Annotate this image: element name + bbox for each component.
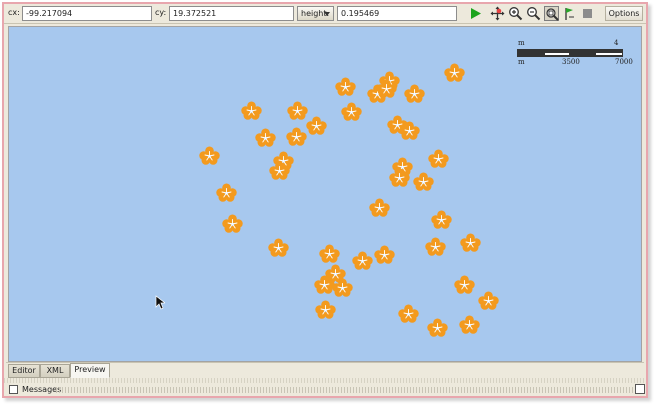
flower-marker-icon[interactable] bbox=[369, 198, 390, 217]
flower-marker-icon[interactable] bbox=[216, 183, 237, 202]
flower-marker-icon[interactable] bbox=[399, 121, 420, 140]
flower-marker-icon[interactable] bbox=[332, 278, 353, 297]
flower-marker-icon[interactable] bbox=[255, 128, 276, 147]
zoom-extent-button[interactable] bbox=[544, 6, 559, 21]
stop-button[interactable] bbox=[580, 6, 595, 21]
play-button[interactable] bbox=[468, 6, 483, 21]
messages-icon[interactable] bbox=[9, 385, 18, 394]
flower-marker-icon[interactable] bbox=[454, 275, 475, 294]
options-button[interactable]: Options bbox=[605, 6, 643, 21]
flower-marker-icon[interactable] bbox=[319, 244, 340, 263]
flower-marker-icon[interactable] bbox=[341, 102, 362, 121]
flower-marker-icon[interactable] bbox=[306, 116, 327, 135]
scale-unit-bottom: m bbox=[518, 58, 525, 66]
zoom-out-button[interactable] bbox=[526, 6, 541, 21]
info-pin-icon bbox=[565, 8, 574, 20]
mouse-cursor-icon bbox=[155, 295, 165, 310]
cx-input[interactable]: -99.217094 bbox=[22, 6, 152, 21]
flower-marker-icon[interactable] bbox=[315, 300, 336, 319]
toolbar: cx: -99.217094 cy: 19.372521 height: 0.1… bbox=[4, 4, 646, 24]
flower-marker-icon[interactable] bbox=[268, 238, 289, 257]
zoom-in-icon bbox=[509, 7, 523, 21]
height-select[interactable]: height: bbox=[297, 6, 334, 21]
pan-icon bbox=[490, 6, 505, 21]
map-preview[interactable]: m 4 m 3500 7000 bbox=[8, 26, 642, 362]
cx-label: cx: bbox=[8, 8, 20, 17]
zoom-extent-icon bbox=[546, 8, 559, 21]
cy-label: cy: bbox=[155, 8, 167, 17]
play-icon bbox=[471, 8, 481, 19]
zoom-out-icon bbox=[527, 7, 541, 21]
flower-marker-icon[interactable] bbox=[431, 210, 452, 229]
flower-marker-icon[interactable] bbox=[241, 101, 262, 120]
info-pin-button[interactable] bbox=[562, 6, 577, 21]
flower-marker-icon[interactable] bbox=[478, 291, 499, 310]
scale-value-top: 4 bbox=[614, 39, 619, 47]
flower-marker-icon[interactable] bbox=[352, 251, 373, 270]
flower-marker-icon[interactable] bbox=[425, 237, 446, 256]
cy-input[interactable]: 19.372521 bbox=[169, 6, 294, 21]
flower-marker-icon[interactable] bbox=[444, 63, 465, 82]
flower-marker-icon[interactable] bbox=[428, 149, 449, 168]
flower-marker-icon[interactable] bbox=[374, 245, 395, 264]
height-input[interactable]: 0.195469 bbox=[337, 6, 457, 21]
flower-marker-icon[interactable] bbox=[222, 214, 243, 233]
maximize-icon[interactable] bbox=[635, 384, 645, 394]
scale-mid-label: 3500 bbox=[562, 58, 580, 66]
flower-marker-icon[interactable] bbox=[376, 79, 397, 98]
flower-marker-icon[interactable] bbox=[286, 127, 307, 146]
scale-unit-top: m bbox=[518, 39, 525, 47]
flower-marker-icon[interactable] bbox=[389, 168, 410, 187]
splitter[interactable] bbox=[4, 378, 646, 383]
flower-marker-icon[interactable] bbox=[199, 146, 220, 165]
editor-tabs: Editor XML Preview bbox=[6, 362, 644, 378]
scale-bar: m 4 m 3500 7000 bbox=[517, 39, 633, 66]
tab-xml[interactable]: XML bbox=[40, 364, 70, 378]
scale-max-label: 7000 bbox=[615, 58, 633, 66]
tab-editor[interactable]: Editor bbox=[8, 364, 40, 378]
pan-button[interactable] bbox=[490, 6, 505, 21]
flower-marker-icon[interactable] bbox=[398, 304, 419, 323]
flower-marker-icon[interactable] bbox=[427, 318, 448, 337]
chevron-down-icon bbox=[324, 12, 330, 16]
zoom-in-button[interactable] bbox=[508, 6, 523, 21]
messages-grip bbox=[56, 387, 634, 393]
stop-icon bbox=[583, 9, 592, 18]
flower-marker-icon[interactable] bbox=[404, 84, 425, 103]
flower-marker-icon[interactable] bbox=[460, 233, 481, 252]
scale-bar-graphic bbox=[517, 49, 623, 57]
flower-marker-icon[interactable] bbox=[287, 101, 308, 120]
flower-marker-icon[interactable] bbox=[335, 77, 356, 96]
flower-marker-icon[interactable] bbox=[459, 315, 480, 334]
tab-preview[interactable]: Preview bbox=[70, 363, 110, 378]
flower-marker-icon[interactable] bbox=[413, 172, 434, 191]
app-window: cx: -99.217094 cy: 19.372521 height: 0.1… bbox=[2, 2, 648, 398]
messages-bar: Messages bbox=[4, 384, 646, 396]
flower-marker-icon[interactable] bbox=[269, 161, 290, 180]
